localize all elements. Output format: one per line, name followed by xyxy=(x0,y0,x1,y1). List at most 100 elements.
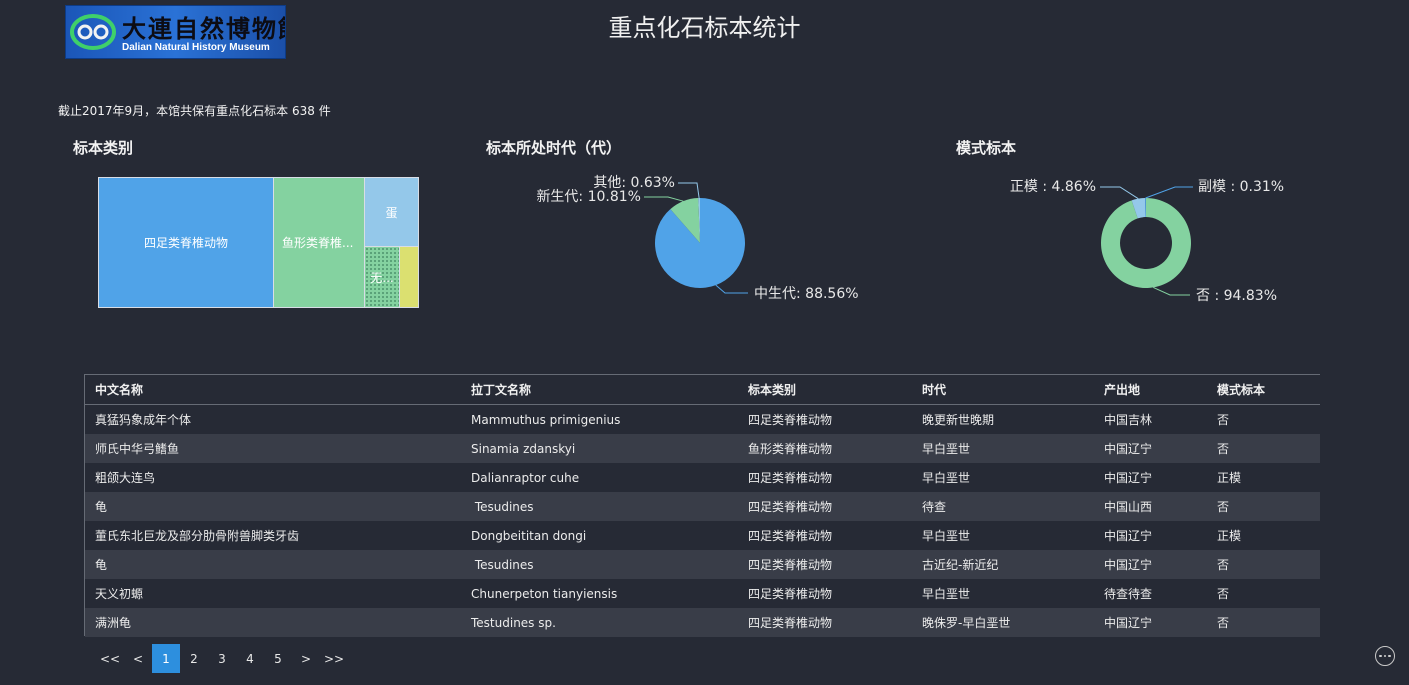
cell-latin-name: Mammuthus primigenius xyxy=(461,404,738,434)
cell-category: 四足类脊椎动物 xyxy=(738,550,912,579)
column-header-chinese-name[interactable]: 中文名称 xyxy=(85,375,461,405)
type-specimen-title: 模式标本 xyxy=(956,139,1017,157)
cell-latin-name: Sinamia zdanskyi xyxy=(461,434,738,463)
cell-latin-name: Testudines sp. xyxy=(461,608,738,637)
cell-type-specimen: 否 xyxy=(1207,492,1320,521)
cell-chinese-name: 真猛犸象成年个体 xyxy=(85,404,461,434)
table-row[interactable]: 龟 Tesudines 四足类脊椎动物 古近纪-新近纪 中国辽宁 否 xyxy=(85,550,1320,579)
cell-chinese-name: 董氏东北巨龙及部分肋骨附兽脚类牙齿 xyxy=(85,521,461,550)
cell-era: 早白垩世 xyxy=(912,434,1094,463)
era-pie-label-line-1 xyxy=(644,196,684,202)
era-pie-label-1: 新生代: 10.81% xyxy=(536,189,641,205)
treemap-cell-other[interactable] xyxy=(399,246,419,308)
page-2-button[interactable]: 2 xyxy=(180,644,208,673)
cell-latin-name: Dongbeititan dongi xyxy=(461,521,738,550)
type-donut-label-0: 否 : 94.83% xyxy=(1196,288,1277,304)
cell-era: 早白垩世 xyxy=(912,579,1094,608)
pagination: << < 1 2 3 4 5 > >> xyxy=(96,644,348,673)
table-row[interactable]: 师氏中华弓鳍鱼 Sinamia zdanskyi 鱼形类脊椎动物 早白垩世 中国… xyxy=(85,434,1320,463)
cell-era: 早白垩世 xyxy=(912,463,1094,492)
era-pie-label-2: 其他: 0.63% xyxy=(593,175,675,191)
cell-era: 晚侏罗-早白垩世 xyxy=(912,608,1094,637)
cell-chinese-name: 龟 xyxy=(85,492,461,521)
cell-category: 四足类脊椎动物 xyxy=(738,521,912,550)
cell-category: 四足类脊椎动物 xyxy=(738,492,912,521)
table-row[interactable]: 粗颌大连鸟 Dalianraptor cuhe 四足类脊椎动物 早白垩世 中国辽… xyxy=(85,463,1320,492)
page-first-button[interactable]: << xyxy=(96,644,124,673)
column-header-origin[interactable]: 产出地 xyxy=(1094,375,1207,405)
cell-origin: 中国山西 xyxy=(1094,492,1207,521)
page-title: 重点化石标本统计 xyxy=(608,14,801,42)
cell-type-specimen: 否 xyxy=(1207,579,1320,608)
cell-origin: 中国辽宁 xyxy=(1094,608,1207,637)
column-header-latin-name[interactable]: 拉丁文名称 xyxy=(461,375,738,405)
page-3-button[interactable]: 3 xyxy=(208,644,236,673)
page-1-button[interactable]: 1 xyxy=(152,644,180,673)
type-specimen-donut-chart: 否 : 94.83% 正模 : 4.86% 副模 : 0.31% xyxy=(1010,179,1284,304)
cell-type-specimen: 否 xyxy=(1207,434,1320,463)
table-row[interactable]: 董氏东北巨龙及部分肋骨附兽脚类牙齿 Dongbeititan dongi 四足类… xyxy=(85,521,1320,550)
cell-latin-name: Dalianraptor cuhe xyxy=(461,463,738,492)
era-title: 标本所处时代（代） xyxy=(486,139,622,157)
cell-chinese-name: 天义初螈 xyxy=(85,579,461,608)
cell-type-specimen: 正模 xyxy=(1207,521,1320,550)
cell-era: 早白垩世 xyxy=(912,521,1094,550)
column-header-category[interactable]: 标本类别 xyxy=(738,375,912,405)
cell-latin-name: Tesudines xyxy=(461,492,738,521)
type-donut-label-line-1 xyxy=(1100,186,1139,200)
cell-category: 四足类脊椎动物 xyxy=(738,463,912,492)
cell-origin: 中国辽宁 xyxy=(1094,550,1207,579)
cell-latin-name: Tesudines xyxy=(461,550,738,579)
cell-category: 四足类脊椎动物 xyxy=(738,579,912,608)
era-pie-label-line-2 xyxy=(678,182,700,199)
cell-era: 古近纪-新近纪 xyxy=(912,550,1094,579)
more-options-icon[interactable] xyxy=(1375,646,1395,666)
table-row[interactable]: 真猛犸象成年个体 Mammuthus primigenius 四足类脊椎动物 晚… xyxy=(85,404,1320,434)
specimen-table: 中文名称 拉丁文名称 标本类别 时代 产出地 模式标本 真猛犸象成年个体 Mam… xyxy=(84,374,1320,637)
cell-type-specimen: 否 xyxy=(1207,404,1320,434)
cell-origin: 中国辽宁 xyxy=(1094,434,1207,463)
cell-category: 鱼形类脊椎动物 xyxy=(738,434,912,463)
treemap-cell-fish[interactable]: 鱼形类脊椎... xyxy=(273,177,365,308)
column-header-type-specimen[interactable]: 模式标本 xyxy=(1207,375,1320,405)
category-title: 标本类别 xyxy=(73,139,134,157)
cell-type-specimen: 正模 xyxy=(1207,463,1320,492)
treemap-cell-egg[interactable]: 蛋 xyxy=(364,177,419,247)
cell-chinese-name: 师氏中华弓鳍鱼 xyxy=(85,434,461,463)
cell-latin-name: Chunerpeton tianyiensis xyxy=(461,579,738,608)
cell-category: 四足类脊椎动物 xyxy=(738,608,912,637)
table-header-row: 中文名称 拉丁文名称 标本类别 时代 产出地 模式标本 xyxy=(85,375,1320,405)
era-pie-label-line-0 xyxy=(715,284,748,294)
treemap-cell-invertebrate[interactable]: 无... xyxy=(364,246,400,308)
logo-english-name: Dalian Natural History Museum xyxy=(122,42,270,53)
type-donut-label-line-0 xyxy=(1153,286,1190,296)
cell-chinese-name: 满洲龟 xyxy=(85,608,461,637)
cell-origin: 待查待查 xyxy=(1094,579,1207,608)
page-prev-button[interactable]: < xyxy=(124,644,152,673)
era-pie-chart: 中生代: 88.56% 新生代: 10.81%其他: 0.63% xyxy=(536,175,859,302)
cell-type-specimen: 否 xyxy=(1207,550,1320,579)
treemap-cell-tetrapod[interactable]: 四足类脊椎动物 xyxy=(98,177,274,308)
cell-chinese-name: 龟 xyxy=(85,550,461,579)
era-pie-label-0: 中生代: 88.56% xyxy=(754,286,859,302)
table-row[interactable]: 龟 Tesudines 四足类脊椎动物 待查 中国山西 否 xyxy=(85,492,1320,521)
category-treemap: 四足类脊椎动物 鱼形类脊椎... 蛋 无... xyxy=(98,177,419,308)
page-next-button[interactable]: > xyxy=(292,644,320,673)
cell-era: 待查 xyxy=(912,492,1094,521)
page-last-button[interactable]: >> xyxy=(320,644,348,673)
column-header-era[interactable]: 时代 xyxy=(912,375,1094,405)
cell-type-specimen: 否 xyxy=(1207,608,1320,637)
table-row[interactable]: 天义初螈 Chunerpeton tianyiensis 四足类脊椎动物 早白垩… xyxy=(85,579,1320,608)
cell-origin: 中国辽宁 xyxy=(1094,463,1207,492)
cell-category: 四足类脊椎动物 xyxy=(738,404,912,434)
cell-origin: 中国辽宁 xyxy=(1094,521,1207,550)
type-donut-label-line-2 xyxy=(1145,186,1193,199)
cell-origin: 中国吉林 xyxy=(1094,404,1207,434)
page-5-button[interactable]: 5 xyxy=(264,644,292,673)
table-row[interactable]: 满洲龟 Testudines sp. 四足类脊椎动物 晚侏罗-早白垩世 中国辽宁… xyxy=(85,608,1320,637)
summary-text: 截止2017年9月，本馆共保有重点化石标本 638 件 xyxy=(58,104,331,118)
cell-era: 晚更新世晚期 xyxy=(912,404,1094,434)
type-donut-label-1: 正模 : 4.86% xyxy=(1010,179,1096,195)
type-donut-label-2: 副模 : 0.31% xyxy=(1198,179,1284,195)
page-4-button[interactable]: 4 xyxy=(236,644,264,673)
